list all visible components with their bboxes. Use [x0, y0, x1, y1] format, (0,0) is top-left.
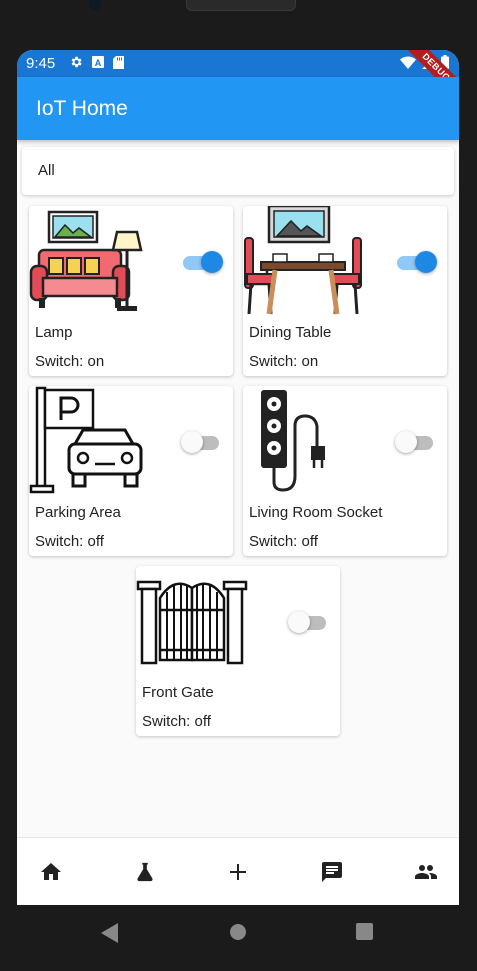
nav-add[interactable] — [224, 858, 252, 886]
device-name: Parking Area — [35, 504, 121, 521]
device-card-dining-table[interactable]: Dining Table Switch: on — [243, 206, 447, 376]
device-card-parking-area[interactable]: Parking Area Switch: off — [29, 386, 233, 556]
recents-icon[interactable] — [356, 923, 373, 940]
svg-text:A: A — [95, 58, 102, 68]
gate-icon — [136, 580, 248, 665]
bottom-navigation — [17, 837, 459, 905]
chat-icon — [322, 862, 342, 882]
text-a-icon: A — [92, 56, 104, 68]
earpiece — [186, 0, 296, 11]
dining-table-switch[interactable] — [395, 251, 437, 273]
settings-icon — [71, 56, 82, 68]
power-socket-icon — [261, 390, 325, 492]
status-bar: 9:45 A DEBUG — [17, 50, 459, 105]
filter-dropdown[interactable]: All — [22, 147, 454, 195]
device-status: Switch: off — [249, 533, 318, 550]
nav-lab[interactable] — [131, 858, 159, 886]
living-room-socket-switch[interactable] — [395, 431, 437, 453]
lamp-switch[interactable] — [181, 251, 223, 273]
device-card-lamp[interactable]: Lamp Switch: on — [29, 206, 233, 376]
parking-area-switch[interactable] — [181, 431, 223, 453]
back-icon[interactable] — [101, 923, 119, 943]
dining-table-icon — [244, 206, 362, 315]
living-room-sofa-lamp-icon — [29, 210, 143, 311]
device-name: Dining Table — [249, 324, 332, 341]
flask-icon — [137, 862, 153, 882]
device-card-front-gate[interactable]: Front Gate Switch: off — [136, 566, 340, 736]
device-name: Living Room Socket — [249, 504, 383, 521]
parking-car-icon — [29, 386, 143, 494]
app-bar: IoT Home — [17, 77, 459, 140]
device-status: Switch: off — [142, 713, 211, 730]
screen: 9:45 A DEBUG IoT Home All Lamp Switch: o… — [17, 50, 459, 905]
device-status: Switch: on — [35, 353, 105, 370]
nav-messages[interactable] — [318, 858, 346, 886]
front-camera — [89, 0, 101, 10]
home-icon — [41, 863, 61, 880]
status-time: 9:45 — [26, 55, 56, 72]
home-circle-icon[interactable] — [229, 923, 247, 941]
people-icon — [415, 865, 437, 879]
device-card-living-room-socket[interactable]: Living Room Socket Switch: off — [243, 386, 447, 556]
wifi-icon — [400, 55, 416, 69]
nav-home[interactable] — [37, 858, 65, 886]
sd-card-icon — [113, 55, 124, 69]
device-name: Lamp — [35, 324, 73, 341]
page-title: IoT Home — [36, 97, 128, 120]
filter-selected-value: All — [38, 162, 55, 179]
device-status: Switch: on — [249, 353, 319, 370]
nav-people[interactable] — [412, 858, 440, 886]
phone-frame: 9:45 A DEBUG IoT Home All Lamp Switch: o… — [0, 0, 477, 971]
system-navigation-bar — [17, 905, 459, 971]
device-status: Switch: off — [35, 533, 104, 550]
device-name: Front Gate — [142, 684, 214, 701]
add-icon — [230, 864, 246, 880]
front-gate-switch[interactable] — [288, 611, 330, 633]
